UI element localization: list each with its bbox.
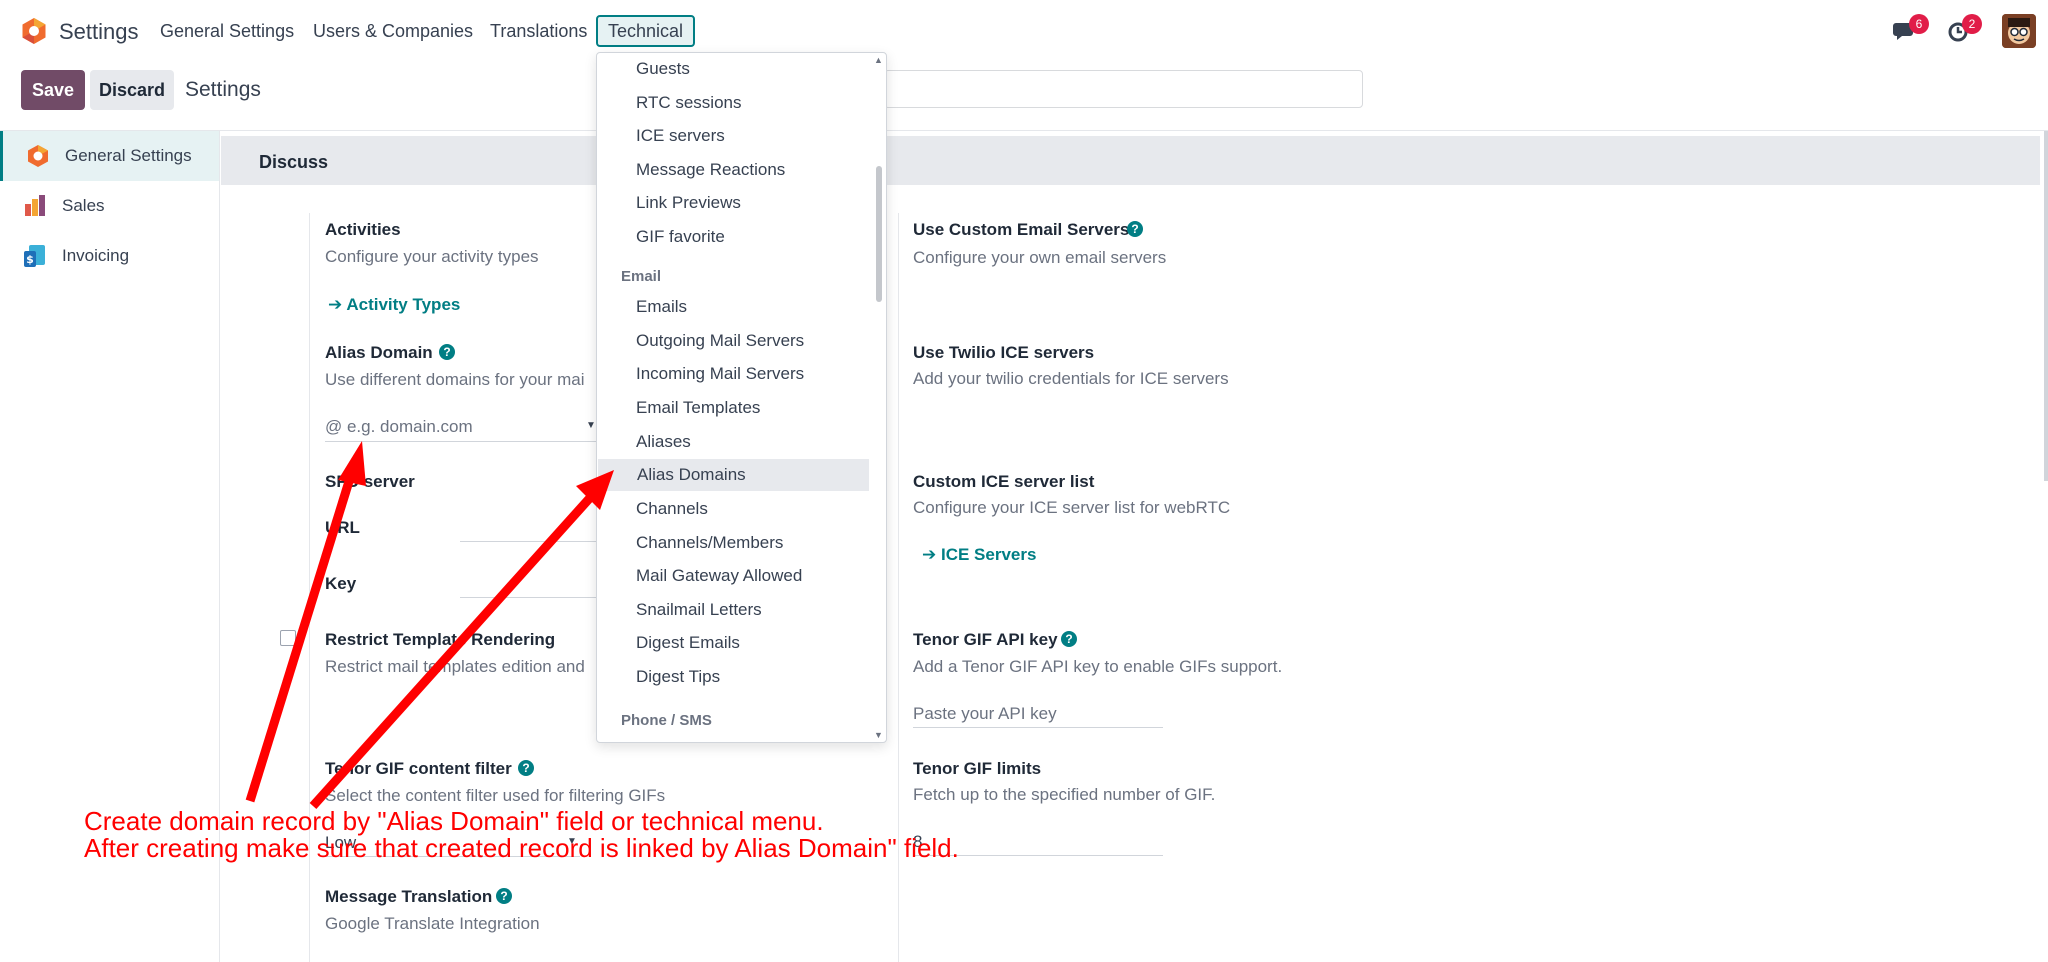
menu-section-email: Email — [621, 268, 662, 285]
section-header-discuss: Discuss — [221, 136, 2040, 185]
app-name[interactable]: Settings — [59, 19, 139, 45]
activity-types-link-label: Activity Types — [346, 295, 461, 314]
sidebar-item-sales[interactable]: Sales — [0, 181, 219, 231]
tenor-limits-desc: Fetch up to the specified number of GIF. — [913, 785, 1216, 804]
menu-item-digest-tips[interactable]: Digest Tips — [597, 661, 869, 693]
menu-technical[interactable]: Technical — [596, 15, 696, 47]
alias-domain-help-icon[interactable]: ? — [439, 344, 455, 360]
message-translation-desc: Google Translate Integration — [325, 914, 540, 933]
page-title: Settings — [185, 78, 261, 101]
annotation-line-2: After creating make sure that created re… — [84, 833, 959, 863]
menu-item-message-reactions[interactable]: Message Reactions — [597, 154, 869, 186]
activities-title: Activities — [325, 220, 401, 239]
user-avatar[interactable] — [2002, 14, 2036, 48]
dropdown-scrollbar[interactable] — [875, 53, 886, 742]
sfu-url-input[interactable] — [460, 541, 596, 542]
odoo-settings-logo-icon[interactable] — [20, 17, 48, 45]
alias-domain-input[interactable]: @ e.g. domain.com — [325, 417, 473, 437]
tenor-key-help-icon[interactable]: ? — [1061, 631, 1077, 647]
menu-section-phone-sms: Phone / SMS — [621, 712, 712, 729]
scroll-down-arrow-icon[interactable]: ▼ — [874, 730, 883, 740]
sfu-key-label: Key — [325, 574, 357, 593]
activity-types-link[interactable]: ➔ Activity Types — [328, 295, 460, 315]
message-translation-title: Message Translation — [325, 887, 493, 906]
menu-item-emails[interactable]: Emails — [597, 291, 869, 323]
save-button[interactable]: Save — [21, 70, 85, 110]
sfu-server-title: SFU server — [325, 472, 415, 491]
sfu-url-label: URL — [325, 518, 360, 537]
activities-desc: Configure your activity types — [325, 247, 539, 266]
arrow-right-icon: ➔ — [922, 545, 941, 564]
menu-item-email-templates[interactable]: Email Templates — [597, 392, 869, 424]
menu-item-channels-members[interactable]: Channels/Members — [597, 527, 869, 559]
menu-item-rtc-sessions[interactable]: RTC sessions — [597, 87, 869, 119]
sidebar-item-invoicing[interactable]: $ Invoicing — [0, 231, 219, 281]
tenor-filter-help-icon[interactable]: ? — [518, 760, 534, 776]
sidebar-item-label: Sales — [62, 196, 105, 215]
custom-email-help-icon[interactable]: ? — [1127, 221, 1143, 237]
message-translation-help-icon[interactable]: ? — [496, 888, 512, 904]
control-divider — [0, 130, 2048, 131]
scroll-up-arrow-icon[interactable]: ▲ — [874, 55, 883, 65]
tenor-key-title: Tenor GIF API key — [913, 630, 1058, 649]
custom-email-desc: Configure your own email servers — [913, 248, 1167, 267]
page-scrollbar[interactable] — [2044, 131, 2048, 481]
dropdown-scrollbar-thumb[interactable] — [876, 166, 882, 302]
alias-domain-title: Alias Domain — [325, 343, 433, 362]
top-navbar: Settings General Settings Users & Compan… — [0, 0, 2048, 62]
restrict-template-title: Restrict Template Rendering — [325, 630, 556, 649]
menu-item-channels[interactable]: Channels — [597, 493, 869, 525]
tenor-limits-title: Tenor GIF limits — [913, 759, 1042, 778]
twilio-desc: Add your twilio credentials for ICE serv… — [913, 369, 1229, 388]
sidebar-item-label: Invoicing — [62, 246, 130, 265]
arrow-right-icon: ➔ — [328, 295, 347, 314]
menu-item-ice-servers[interactable]: ICE servers — [597, 120, 869, 152]
tenor-filter-desc: Select the content filter used for filte… — [325, 786, 666, 805]
tenor-key-underline — [913, 727, 1163, 728]
twilio-title: Use Twilio ICE servers — [913, 343, 1095, 362]
menu-users-companies[interactable]: Users & Companies — [313, 21, 473, 42]
custom-email-title: Use Custom Email Servers — [913, 220, 1130, 239]
alias-domain-caret-icon[interactable]: ▼ — [586, 420, 596, 431]
menu-item-digest-emails[interactable]: Digest Emails — [597, 627, 869, 659]
sales-icon — [25, 195, 45, 216]
alias-domain-desc: Use different domains for your mai — [325, 370, 585, 389]
menu-item-alias-domains[interactable]: Alias Domains — [598, 459, 869, 491]
tenor-key-input[interactable]: Paste your API key — [913, 704, 1057, 724]
menu-item-mail-gateway-allowed[interactable]: Mail Gateway Allowed — [597, 560, 869, 592]
sfu-key-input[interactable] — [460, 597, 596, 598]
discard-button[interactable]: Discard — [90, 70, 174, 110]
search-input[interactable] — [884, 70, 1363, 108]
alias-domain-input-underline — [325, 441, 596, 442]
menu-item-incoming-mail-servers[interactable]: Incoming Mail Servers — [597, 358, 869, 390]
svg-text:$: $ — [26, 253, 34, 266]
menu-item-link-previews[interactable]: Link Previews — [597, 187, 869, 219]
sidebar-item-general-settings[interactable]: General Settings — [0, 131, 219, 181]
menu-item-snailmail-letters[interactable]: Snailmail Letters — [597, 594, 869, 626]
section-title: Discuss — [259, 152, 329, 172]
tenor-key-desc: Add a Tenor GIF API key to enable GIFs s… — [913, 657, 1283, 676]
menu-translations[interactable]: Translations — [490, 21, 587, 42]
general-settings-icon — [28, 145, 48, 167]
chat-badge: 6 — [1909, 14, 1929, 34]
restrict-template-checkbox[interactable] — [280, 630, 296, 646]
menu-item-aliases[interactable]: Aliases — [597, 426, 869, 458]
sidebar-item-label: General Settings — [65, 146, 192, 165]
activity-badge: 2 — [1962, 14, 1982, 34]
menu-general-settings[interactable]: General Settings — [160, 21, 294, 42]
restrict-template-desc: Restrict mail templates edition and — [325, 657, 585, 676]
invoicing-icon: $ — [24, 245, 45, 267]
ice-list-desc: Configure your ICE server list for webRT… — [913, 498, 1231, 517]
technical-dropdown-menu: Guests RTC sessions ICE servers Message … — [596, 52, 887, 743]
avatar-face-icon — [2002, 14, 2036, 48]
ice-servers-link[interactable]: ➔ ICE Servers — [922, 545, 1036, 565]
menu-item-guests[interactable]: Guests — [597, 53, 869, 85]
ice-list-title: Custom ICE server list — [913, 472, 1095, 491]
menu-item-gif-favorite[interactable]: GIF favorite — [597, 221, 869, 253]
tenor-filter-title: Tenor GIF content filter — [325, 759, 512, 778]
ice-servers-link-label: ICE Servers — [940, 545, 1037, 564]
menu-item-outgoing-mail-servers[interactable]: Outgoing Mail Servers — [597, 325, 869, 357]
